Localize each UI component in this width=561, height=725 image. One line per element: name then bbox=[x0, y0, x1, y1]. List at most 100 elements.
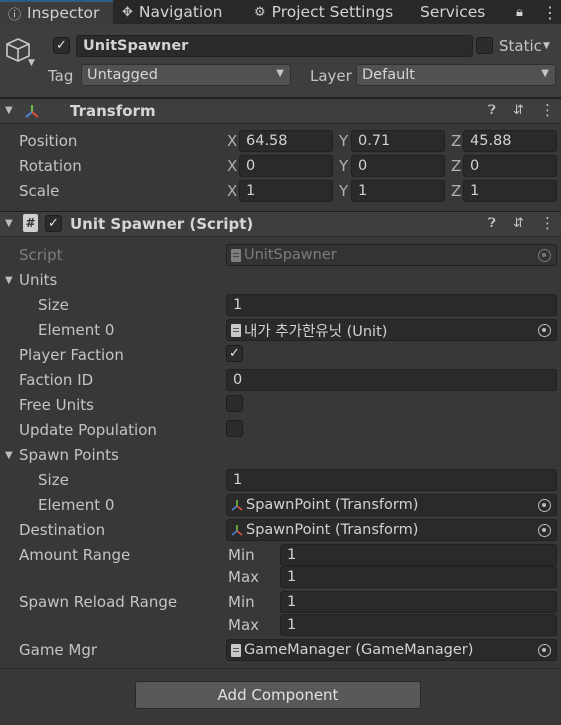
axis-y-label[interactable]: Y bbox=[339, 132, 348, 150]
tab-label: Project Settings bbox=[271, 3, 394, 21]
units-size-field[interactable]: 1 bbox=[226, 294, 557, 316]
scale-label: Scale bbox=[19, 182, 60, 200]
object-picker-icon[interactable] bbox=[538, 324, 551, 337]
axis-x-label[interactable]: X bbox=[227, 182, 237, 200]
gameobject-name-field[interactable]: UnitSpawner bbox=[76, 35, 473, 57]
tag-label: Tag bbox=[48, 67, 74, 85]
component-enabled-toggle[interactable]: ✓ bbox=[45, 215, 62, 232]
transform-icon bbox=[231, 500, 243, 511]
position-label: Position bbox=[19, 132, 78, 150]
tab-navigation[interactable]: ✥ Navigation bbox=[122, 0, 223, 24]
gear-icon: ⚙ bbox=[254, 4, 266, 20]
player-faction-toggle[interactable]: ✓ bbox=[226, 345, 243, 362]
axis-x-label[interactable]: X bbox=[227, 157, 237, 175]
rotation-y-field[interactable]: 0 bbox=[351, 155, 445, 177]
amount-max-label[interactable]: Max bbox=[228, 568, 259, 586]
destination-field[interactable]: SpawnPoint (Transform) bbox=[226, 519, 557, 541]
free-units-toggle[interactable] bbox=[226, 395, 243, 412]
more-options-icon[interactable]: ⋮ bbox=[542, 0, 558, 24]
game-mgr-field[interactable]: GameManager (GameManager) bbox=[226, 639, 557, 661]
reload-range-label: Spawn Reload Range bbox=[19, 593, 178, 611]
script-file-icon bbox=[231, 323, 241, 337]
help-icon[interactable]: ❓︎ bbox=[488, 103, 496, 118]
tab-bar: ⓘ Inspector ✥ Navigation ⚙ Project Setti… bbox=[0, 0, 561, 24]
object-picker-icon[interactable] bbox=[538, 499, 551, 512]
spawn-points-label[interactable]: Spawn Points bbox=[19, 446, 119, 464]
preset-icon[interactable]: ⇵ bbox=[513, 103, 524, 118]
fold-arrow-icon[interactable]: ▼ bbox=[5, 218, 13, 229]
axis-y-label[interactable]: Y bbox=[339, 157, 348, 175]
fold-arrow-icon[interactable]: ▼ bbox=[5, 105, 13, 116]
tab-label: Services bbox=[420, 3, 486, 21]
layer-value: Default bbox=[362, 67, 415, 83]
add-component-button[interactable]: Add Component bbox=[135, 681, 421, 709]
transform-header[interactable]: ▼ Transform ❓︎ ⇵ ⋮ bbox=[0, 98, 561, 124]
info-icon: ⓘ bbox=[8, 7, 22, 23]
script-file-icon bbox=[231, 248, 241, 262]
transform-icon bbox=[231, 525, 243, 536]
tag-value: Untagged bbox=[87, 67, 158, 83]
faction-id-field[interactable]: 0 bbox=[226, 369, 557, 391]
static-toggle[interactable] bbox=[476, 37, 493, 54]
reload-max-label[interactable]: Max bbox=[228, 616, 259, 634]
amount-min-label[interactable]: Min bbox=[228, 546, 255, 564]
script-label: Script bbox=[19, 246, 63, 264]
destination-value: SpawnPoint (Transform) bbox=[246, 522, 419, 538]
tab-services[interactable]: Services bbox=[420, 0, 485, 24]
amount-min-field[interactable]: 1 bbox=[280, 544, 557, 566]
object-picker-icon[interactable] bbox=[538, 644, 551, 657]
axis-z-label[interactable]: Z bbox=[451, 182, 461, 200]
units-element0-value: 내가 추가한유닛 (Unit) bbox=[244, 323, 388, 340]
units-element0-field[interactable]: 내가 추가한유닛 (Unit) bbox=[226, 319, 557, 341]
preset-icon[interactable]: ⇵ bbox=[513, 216, 524, 231]
position-x-field[interactable]: 64.58 bbox=[239, 130, 333, 152]
rotation-z-field[interactable]: 0 bbox=[463, 155, 557, 177]
reload-max-field[interactable]: 1 bbox=[280, 614, 557, 636]
reload-min-label[interactable]: Min bbox=[228, 593, 255, 611]
axis-y-label[interactable]: Y bbox=[339, 182, 348, 200]
transform-icon bbox=[25, 105, 39, 118]
spawn-points-fold-arrow-icon[interactable]: ▼ bbox=[5, 450, 13, 461]
chevron-down-icon: ▼ bbox=[276, 68, 284, 79]
component-title: Unit Spawner (Script) bbox=[70, 215, 254, 233]
static-dropdown-icon[interactable]: ▼ bbox=[543, 41, 550, 51]
rotation-x-field[interactable]: 0 bbox=[239, 155, 333, 177]
divider bbox=[0, 668, 561, 669]
update-population-toggle[interactable] bbox=[226, 420, 243, 437]
tag-dropdown[interactable]: Untagged ▼ bbox=[81, 64, 291, 86]
axis-z-label[interactable]: Z bbox=[451, 132, 461, 150]
units-label[interactable]: Units bbox=[19, 271, 57, 289]
tab-project-settings[interactable]: ⚙ Project Settings bbox=[254, 0, 393, 24]
units-fold-arrow-icon[interactable]: ▼ bbox=[5, 275, 13, 286]
free-units-label: Free Units bbox=[19, 396, 94, 414]
unit-spawner-header[interactable]: ▼ # ✓ Unit Spawner (Script) ❓︎ ⇵ ⋮ bbox=[0, 211, 561, 237]
destination-label: Destination bbox=[19, 521, 106, 539]
axis-x-label[interactable]: X bbox=[227, 132, 237, 150]
amount-max-field[interactable]: 1 bbox=[280, 566, 557, 588]
scale-y-field[interactable]: 1 bbox=[351, 180, 445, 202]
active-toggle[interactable]: ✓ bbox=[53, 37, 70, 54]
units-element0-label: Element 0 bbox=[38, 321, 115, 339]
help-icon[interactable]: ❓︎ bbox=[488, 216, 496, 231]
more-options-icon[interactable]: ⋮ bbox=[540, 101, 555, 119]
spawn-element0-value: SpawnPoint (Transform) bbox=[246, 497, 419, 513]
scale-x-field[interactable]: 1 bbox=[239, 180, 333, 202]
spawn-size-field[interactable]: 1 bbox=[226, 469, 557, 491]
position-z-field[interactable]: 45.88 bbox=[463, 130, 557, 152]
axis-z-label[interactable]: Z bbox=[451, 157, 461, 175]
faction-id-label: Faction ID bbox=[19, 371, 94, 389]
tab-inspector[interactable]: ⓘ Inspector bbox=[0, 0, 113, 24]
object-picker-icon bbox=[538, 249, 551, 262]
lock-icon[interactable]: 🔒︎ bbox=[516, 0, 523, 24]
more-options-icon[interactable]: ⋮ bbox=[540, 214, 555, 232]
scale-z-field[interactable]: 1 bbox=[463, 180, 557, 202]
layer-dropdown[interactable]: Default ▼ bbox=[356, 64, 556, 86]
reload-min-field[interactable]: 1 bbox=[280, 591, 557, 613]
icon-dropdown-arrow-icon[interactable]: ▼ bbox=[28, 58, 35, 68]
spawn-element0-field[interactable]: SpawnPoint (Transform) bbox=[226, 494, 557, 516]
static-label[interactable]: Static bbox=[499, 37, 542, 55]
spawn-element0-label: Element 0 bbox=[38, 496, 115, 514]
position-y-field[interactable]: 0.71 bbox=[351, 130, 445, 152]
amount-range-label: Amount Range bbox=[19, 546, 131, 564]
object-picker-icon[interactable] bbox=[538, 524, 551, 537]
